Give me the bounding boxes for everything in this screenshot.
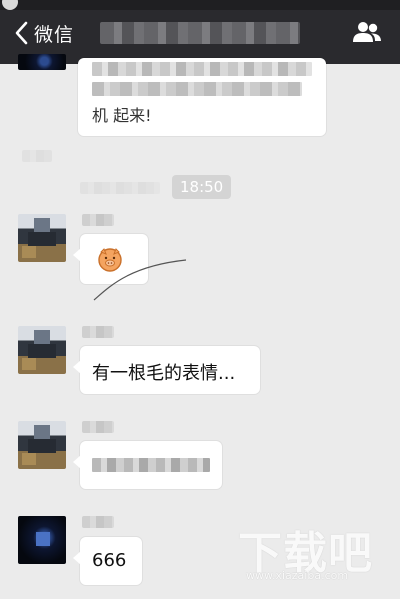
blurred-text <box>92 82 302 96</box>
avatar[interactable] <box>18 54 66 70</box>
contacts-icon <box>353 22 381 42</box>
sender-name <box>82 516 114 528</box>
watermark-url: www.xiazaiba.com <box>246 569 349 582</box>
sender-name <box>82 421 114 433</box>
message-text: 666 <box>92 550 127 571</box>
ghost-text <box>80 182 160 194</box>
sender-name <box>82 214 114 226</box>
blurred-text <box>92 458 210 472</box>
chevron-left-icon <box>10 19 32 47</box>
message-text: 有一根毛的表情... <box>92 363 236 384</box>
chat-title <box>100 22 300 44</box>
chat-area[interactable]: 机 起来! 18:50 有一根毛的表情... 666 下载吧 www.xiaza… <box>0 54 400 599</box>
blurred-text <box>92 62 312 76</box>
chat-info-button[interactable] <box>352 20 382 46</box>
timestamp: 18:50 <box>172 175 232 199</box>
avatar[interactable] <box>18 214 66 262</box>
avatar[interactable] <box>18 516 66 564</box>
message-text: 机 起来! <box>92 106 152 125</box>
watermark: 下载吧 www.xiazaiba.com <box>238 517 388 587</box>
back-button[interactable]: 微信 <box>10 18 74 48</box>
status-indicator <box>2 0 18 10</box>
message-bubble[interactable]: 有一根毛的表情... <box>73 346 260 394</box>
status-bar <box>0 0 400 10</box>
avatar[interactable] <box>18 326 66 374</box>
message-bubble[interactable] <box>73 441 222 489</box>
message-bubble[interactable]: 666 <box>73 537 142 585</box>
avatar[interactable] <box>18 421 66 469</box>
ghost-text <box>22 150 52 162</box>
hair-strand <box>93 259 187 301</box>
back-label: 微信 <box>34 23 75 46</box>
sender-name <box>82 326 114 338</box>
message-bubble[interactable]: 机 起来! <box>78 58 326 136</box>
